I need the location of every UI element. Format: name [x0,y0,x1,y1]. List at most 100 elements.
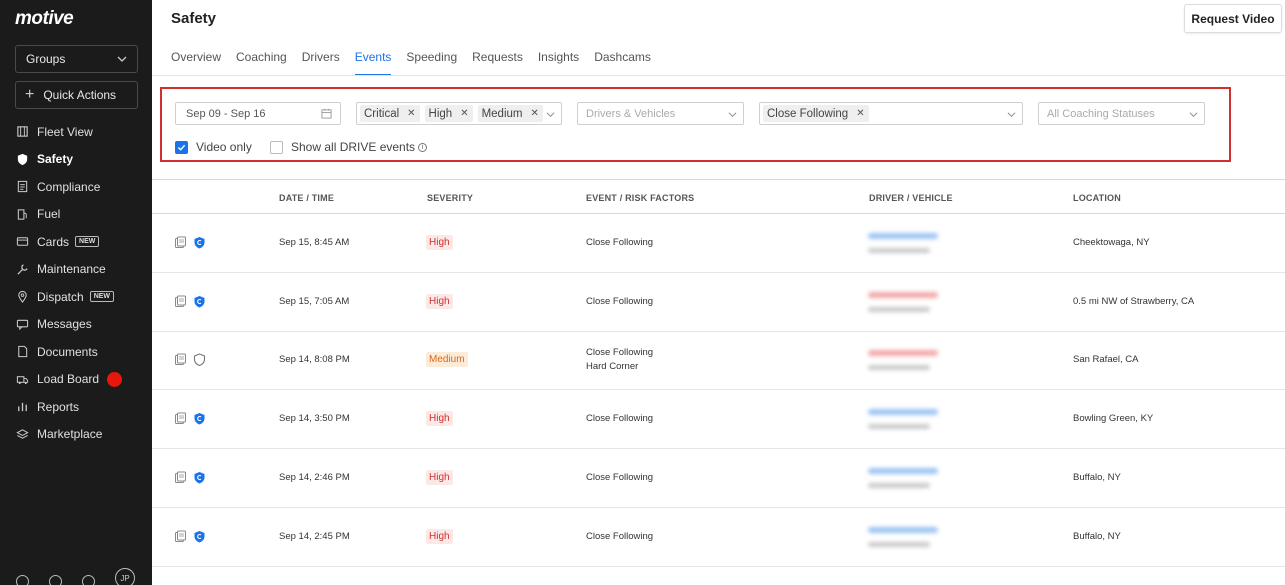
sidebar-item-label: Messages [37,317,92,332]
video-clip-icon[interactable] [174,471,187,484]
driver-name-redacted[interactable] [868,526,938,533]
coaching-shield-icon[interactable] [193,471,206,484]
event-risk-factor: Close Following [586,295,654,307]
notification-dot [107,371,123,387]
sidebar-item-fuel[interactable]: Fuel [0,201,152,229]
tab-events[interactable]: Events [354,50,392,76]
event-risk-factor: Close Following [586,347,654,359]
remove-chip-icon[interactable]: ✕ [530,108,538,119]
chat-icon [16,319,29,331]
coaching-shield-icon[interactable] [193,295,206,308]
video-clip-icon[interactable] [174,236,187,249]
groups-dropdown[interactable]: Groups [15,45,138,73]
video-clip-icon[interactable] [174,530,187,543]
user-icon[interactable] [16,574,29,585]
event-type-filter[interactable]: Close Following ✕ [759,102,1023,125]
row-icons [174,471,206,484]
header-severity[interactable]: SEVERITY [427,193,473,203]
quick-actions-button[interactable]: + Quick Actions [15,81,138,109]
event-datetime: Sep 14, 2:46 PM [279,471,350,483]
driver-name-redacted[interactable] [868,409,938,416]
tab-coaching[interactable]: Coaching [236,50,287,76]
show-drive-events-label: Show all DRIVE events [291,140,416,154]
sidebar-item-messages[interactable]: Messages [0,311,152,339]
sidebar-item-label: Fleet View [37,124,93,139]
date-range-value: Sep 09 - Sep 16 [186,107,266,120]
remove-chip-icon[interactable]: ✕ [856,108,864,119]
sidebar-item-load-board[interactable]: Load Board [0,366,152,394]
coaching-shield-icon[interactable] [193,412,206,425]
coaching-shield-icon[interactable] [193,353,206,367]
sidebar-item-fleet-view[interactable]: Fleet View [0,118,152,146]
event-location: Bowling Green, KY [1073,413,1154,425]
event-datetime: Sep 15, 7:05 AM [279,295,350,307]
remove-chip-icon[interactable]: ✕ [460,108,468,119]
info-icon[interactable]: i [418,142,428,152]
header-event-risk-factors[interactable]: EVENT / RISK FACTORS [586,193,694,203]
driver-name-redacted[interactable] [868,467,938,474]
tab-dashcams[interactable]: Dashcams [594,50,651,76]
coaching-status-filter[interactable]: All Coaching Statuses [1038,102,1205,125]
sidebar-item-cards[interactable]: Cards NEW [0,228,152,256]
table-row[interactable]: Sep 14, 3:50 PM High Close Following Bowlin… [152,390,1285,450]
table-row[interactable]: Sep 14, 2:45 PM High Close Following Buffal… [152,508,1285,567]
tab-drivers[interactable]: Drivers [302,50,340,76]
tab-speeding[interactable]: Speeding [406,50,457,76]
table-row[interactable]: Sep 14, 2:46 PM High Close Following Buffal… [152,449,1285,508]
remove-chip-icon[interactable]: ✕ [407,108,415,119]
divider [152,75,1285,76]
sidebar-item-documents[interactable]: Documents [0,338,152,366]
severity-badge: High [426,528,453,544]
bar-chart-icon [18,403,27,412]
table-row[interactable]: Sep 15, 7:05 AM High Close Following 0.5 mi… [152,273,1285,332]
row-icons [174,412,206,425]
severity-badge: High [426,235,453,250]
header-date-time[interactable]: DATE / TIME [279,193,334,203]
sidebar-nav: Fleet View Safety Compliance Fuel Cards NEW Ma… [0,118,152,448]
driver-name-redacted[interactable] [868,291,938,298]
driver-name-redacted[interactable] [868,233,938,239]
header-driver-vehicle[interactable]: DRIVER / VEHICLE [869,193,953,203]
event-risk-factor: Close Following [586,471,654,483]
video-only-checkbox[interactable] [175,140,188,154]
coaching-shield-icon[interactable] [193,530,206,543]
sidebar-item-dispatch[interactable]: Dispatch NEW [0,283,152,311]
plus-icon: + [25,86,35,103]
show-drive-events-option[interactable]: Show all DRIVE events i [270,140,428,154]
page-title: Safety [171,10,217,27]
table-row[interactable]: Sep 14, 8:08 PM Medium Close Following Hard… [152,331,1285,391]
severity-badge: Medium [426,352,468,368]
drivers-vehicles-filter[interactable]: Drivers & Vehicles [577,102,744,125]
vehicle-redacted [868,482,930,488]
help-icon[interactable] [49,574,62,585]
motive-logo[interactable]: motive [15,8,74,30]
request-video-button[interactable]: Request Video [1184,4,1282,33]
sidebar-item-maintenance[interactable]: Maintenance [0,256,152,284]
tab-insights[interactable]: Insights [538,50,579,76]
tab-overview[interactable]: Overview [171,50,221,76]
filter-chip: Medium ✕ [477,105,543,122]
chevron-down-icon [1189,112,1198,118]
row-icons [174,530,206,543]
video-clip-icon[interactable] [174,295,187,308]
sidebar-footer: JP [16,568,135,585]
severity-badge: High [426,411,453,427]
tab-requests[interactable]: Requests [472,50,523,76]
search-icon[interactable] [82,574,95,585]
date-range-picker[interactable]: Sep 09 - Sep 16 [175,102,341,125]
video-clip-icon[interactable] [174,353,187,366]
coaching-shield-icon[interactable] [193,236,206,249]
sidebar-item-safety[interactable]: Safety [0,146,152,174]
show-drive-events-checkbox[interactable] [270,140,283,154]
chevron-down-icon [728,112,737,118]
video-only-option[interactable]: Video only [175,140,252,154]
severity-filter[interactable]: Critical ✕ High ✕ Medium ✕ [356,102,562,125]
sidebar-item-marketplace[interactable]: Marketplace [0,421,152,449]
avatar[interactable]: JP [115,568,135,585]
table-row[interactable]: Sep 15, 8:45 AM High Close Following Cheekt… [152,214,1285,273]
driver-name-redacted[interactable] [868,350,938,357]
sidebar-item-compliance[interactable]: Compliance [0,173,152,201]
header-location[interactable]: LOCATION [1073,193,1121,203]
sidebar-item-reports[interactable]: Reports [0,393,152,421]
video-clip-icon[interactable] [174,412,187,425]
